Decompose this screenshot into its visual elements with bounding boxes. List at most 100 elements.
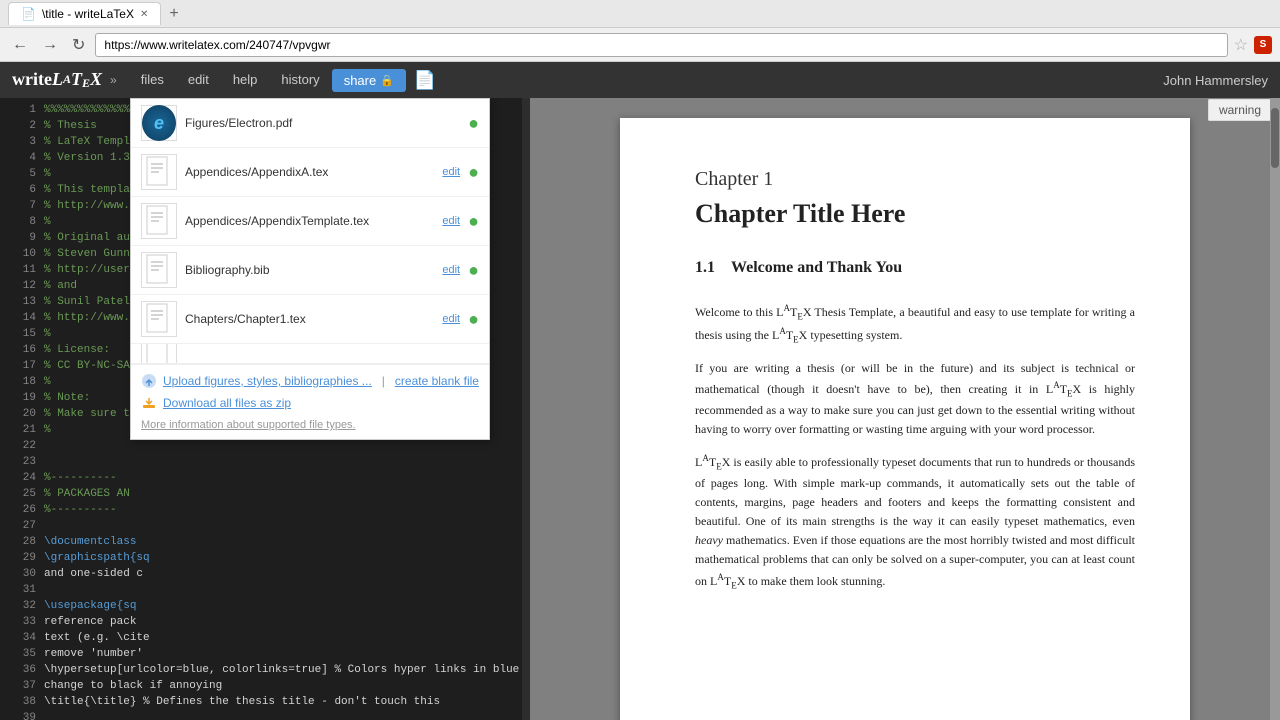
extension-icon[interactable]: S <box>1254 36 1272 54</box>
warning-badge[interactable]: warning <box>1208 99 1272 121</box>
upload-text: Upload figures, styles, bibliographies .… <box>163 374 372 388</box>
file-edit-appendixa[interactable]: edit <box>442 166 460 178</box>
pdf-toolbar: warning <box>1200 98 1280 121</box>
download-icon <box>141 395 157 411</box>
tab-close-button[interactable]: ✕ <box>140 9 148 20</box>
browser-tab[interactable]: 📄 \title - writeLaTeX ✕ <box>8 2 161 25</box>
editor-line: 33reference pack <box>8 614 522 630</box>
editor-line: 32\usepackage{sq <box>8 598 522 614</box>
file-name-chapter1: Chapters/Chapter1.tex <box>185 312 434 326</box>
app-header: writeLATEX » files edit help history sha… <box>0 62 1280 98</box>
file-status-dot: ● <box>468 113 479 134</box>
editor-line: 30and one-sided c <box>8 566 522 582</box>
editor-line: 36\hypersetup[urlcolor=blue, colorlinks=… <box>8 662 522 678</box>
pdf-paragraph-2: If you are writing a thesis (or will be … <box>695 359 1135 439</box>
nav-help[interactable]: help <box>221 62 270 98</box>
pdf-section-number: 1.1 <box>695 259 715 277</box>
pdf-preview-panel: warning Chapter 1 Chapter Title Here 1.1… <box>530 98 1280 720</box>
forward-button[interactable]: → <box>38 34 62 56</box>
app-logo: writeLATEX <box>12 69 102 91</box>
upload-icon <box>141 373 157 389</box>
editor-panel: 1%%%%%%%%%%%%%%%%%%% 2% Thesis 3% LaTeX … <box>0 98 530 720</box>
file-list: e Figures/Electron.pdf ● Appendices/Appe… <box>131 99 489 364</box>
pdf-chapter-number: Chapter 1 <box>695 168 1135 191</box>
lock-icon: 🔒 <box>380 74 394 87</box>
file-item-appendixtemplate[interactable]: Appendices/AppendixTemplate.tex edit ● <box>131 197 489 246</box>
file-edit-appendixtemplate[interactable]: edit <box>442 215 460 227</box>
file-thumbnail-chapter1 <box>141 301 177 337</box>
file-thumbnail-bibliography <box>141 252 177 288</box>
pdf-scrollbar[interactable] <box>1270 98 1280 720</box>
editor-scrollbar[interactable] <box>522 98 530 720</box>
editor-line: 27 <box>8 518 522 534</box>
file-panel: e Figures/Electron.pdf ● Appendices/Appe… <box>130 98 490 440</box>
editor-line: 24%---------- <box>8 470 522 486</box>
file-item-electron[interactable]: e Figures/Electron.pdf ● <box>131 99 489 148</box>
tab-title: \title - writeLaTeX <box>42 7 134 21</box>
pdf-icon[interactable]: 📄 <box>414 70 436 91</box>
file-item-partial[interactable] <box>131 344 489 364</box>
editor-line: 35remove 'number' <box>8 646 522 662</box>
back-button[interactable]: ← <box>8 34 32 56</box>
share-label: share <box>344 73 377 88</box>
file-edit-bibliography[interactable]: edit <box>442 264 460 276</box>
file-item-bibliography[interactable]: Bibliography.bib edit ● <box>131 246 489 295</box>
share-button[interactable]: share 🔒 <box>332 69 406 92</box>
file-status-dot: ● <box>468 211 479 232</box>
logo-arrow-icon: » <box>110 73 117 87</box>
download-link[interactable]: Download all files as zip <box>141 395 479 411</box>
pdf-section-title: Welcome and Thank You <box>731 259 902 277</box>
browser-chrome: 📄 \title - writeLaTeX ✕ + ← → ↻ ☆ S <box>0 0 1280 62</box>
refresh-button[interactable]: ↻ <box>68 33 89 57</box>
editor-line: 37change to black if annoying <box>8 678 522 694</box>
editor-line: 29\graphicspath{sq <box>8 550 522 566</box>
file-status-dot: ● <box>468 309 479 330</box>
editor-line: 34text (e.g. \cite <box>8 630 522 646</box>
file-name-bibliography: Bibliography.bib <box>185 263 434 277</box>
file-thumbnail-appendixtemplate <box>141 203 177 239</box>
file-item-appendixa[interactable]: Appendices/AppendixA.tex edit ● <box>131 148 489 197</box>
editor-line: 28\documentclass <box>8 534 522 550</box>
editor-line: 22 <box>8 438 522 454</box>
file-edit-chapter1[interactable]: edit <box>442 313 460 325</box>
header-nav: files edit help history share 🔒 📄 <box>129 62 437 98</box>
pdf-page: Chapter 1 Chapter Title Here 1.1 Welcome… <box>620 118 1190 720</box>
nav-bar: ← → ↻ ☆ S <box>0 28 1280 62</box>
bookmark-icon[interactable]: ☆ <box>1234 35 1248 55</box>
file-status-dot: ● <box>468 162 479 183</box>
pdf-chapter-title: Chapter Title Here <box>695 199 1135 229</box>
file-item-chapter1[interactable]: Chapters/Chapter1.tex edit ● <box>131 295 489 344</box>
info-link[interactable]: More information about supported file ty… <box>141 419 479 431</box>
pdf-paragraph-1: Welcome to this LATEX Thesis Template, a… <box>695 301 1135 347</box>
create-blank-link[interactable]: create blank file <box>395 374 479 388</box>
pdf-scroll-thumb <box>1271 108 1279 168</box>
editor-line: 26%---------- <box>8 502 522 518</box>
file-status-dot: ● <box>468 260 479 281</box>
new-tab-button[interactable]: + <box>169 5 178 23</box>
file-panel-bottom: Upload figures, styles, bibliographies .… <box>131 364 489 439</box>
pdf-paragraph-3: LATEX is easily able to professionally t… <box>695 451 1135 593</box>
url-bar[interactable] <box>95 33 1227 57</box>
pdf-section-header: 1.1 Welcome and Thank You <box>695 259 1135 289</box>
editor-line: 39 <box>8 710 522 720</box>
main-area: 1%%%%%%%%%%%%%%%%%%% 2% Thesis 3% LaTeX … <box>0 98 1280 720</box>
electron-icon: e <box>142 105 176 141</box>
nav-edit[interactable]: edit <box>176 62 221 98</box>
file-thumbnail-electron: e <box>141 105 177 141</box>
nav-files[interactable]: files <box>129 62 176 98</box>
editor-line: 38\title{\title} % Defines the thesis ti… <box>8 694 522 710</box>
upload-link[interactable]: Upload figures, styles, bibliographies .… <box>141 373 479 389</box>
nav-history[interactable]: history <box>269 62 331 98</box>
user-name: John Hammersley <box>1163 73 1268 88</box>
file-name-electron: Figures/Electron.pdf <box>185 116 460 130</box>
tab-favicon: 📄 <box>21 7 36 21</box>
editor-line: 23 <box>8 454 522 470</box>
download-text: Download all files as zip <box>163 396 291 410</box>
file-thumbnail-appendixa <box>141 154 177 190</box>
title-bar: 📄 \title - writeLaTeX ✕ + <box>0 0 1280 28</box>
editor-line: 25% PACKAGES AN <box>8 486 522 502</box>
separator: | <box>378 374 389 388</box>
file-name-appendixtemplate: Appendices/AppendixTemplate.tex <box>185 214 434 228</box>
editor-line: 31 <box>8 582 522 598</box>
file-thumbnail-partial <box>141 344 177 364</box>
